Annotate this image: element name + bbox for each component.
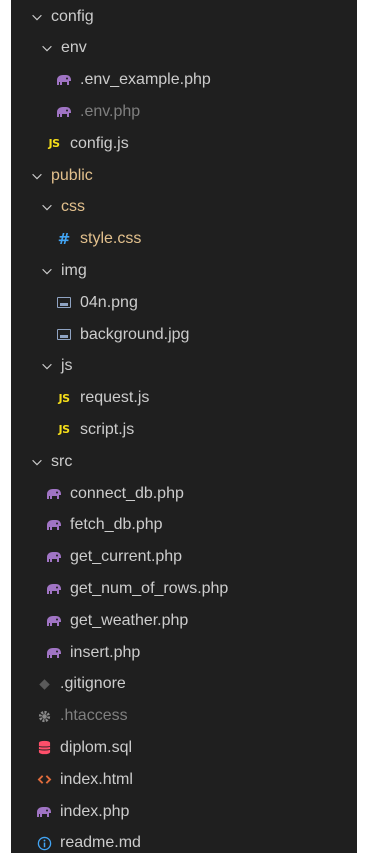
php-elephant-icon xyxy=(35,803,53,821)
tree-file-readme-md[interactable]: readme.md xyxy=(11,828,357,853)
js-icon: JS xyxy=(48,137,60,151)
tree-file-script-js[interactable]: JS script.js xyxy=(11,414,357,445)
tree-item-label: request.js xyxy=(80,389,150,407)
tree-file-config-js[interactable]: JS config.js xyxy=(11,128,357,159)
tree-item-label: config.js xyxy=(70,134,129,152)
tree-folder-env[interactable]: env xyxy=(11,33,357,64)
tree-item-label: fetch_db.php xyxy=(70,516,163,534)
chevron-down-icon[interactable] xyxy=(29,168,45,184)
tree-file-gitignore[interactable]: .gitignore xyxy=(11,669,357,700)
tree-item-label: script.js xyxy=(80,420,135,438)
tree-file-diplom-sql[interactable]: diplom.sql xyxy=(11,732,357,763)
php-elephant-icon xyxy=(45,516,63,534)
php-elephant-icon xyxy=(45,548,63,566)
php-elephant-icon xyxy=(45,644,63,662)
tree-item-label: background.jpg xyxy=(80,325,190,343)
info-icon xyxy=(35,834,53,852)
tree-item-label: connect_db.php xyxy=(70,484,184,502)
git-diamond-icon xyxy=(35,675,53,693)
image-icon xyxy=(55,326,73,344)
tree-folder-config[interactable]: config xyxy=(11,1,357,32)
tree-file-style-css[interactable]: # style.css xyxy=(11,224,357,255)
tree-item-label: get_num_of_rows.php xyxy=(70,579,229,597)
chevron-down-icon[interactable] xyxy=(39,263,55,279)
tree-item-label: config xyxy=(51,7,94,25)
php-elephant-icon xyxy=(45,485,63,503)
tree-item-label: js xyxy=(61,357,73,375)
tree-folder-js[interactable]: js xyxy=(11,351,357,382)
chevron-down-icon[interactable] xyxy=(39,40,55,56)
tree-item-label: src xyxy=(51,452,73,470)
chevron-down-icon[interactable] xyxy=(39,358,55,374)
tree-item-label: index.html xyxy=(60,770,133,788)
chevron-down-icon[interactable] xyxy=(29,454,45,470)
tree-folder-css[interactable]: css xyxy=(11,192,357,223)
tree-file-get-num-of-rows-php[interactable]: get_num_of_rows.php xyxy=(11,573,357,604)
tree-folder-img[interactable]: img xyxy=(11,255,357,286)
chevron-down-icon[interactable] xyxy=(29,9,45,25)
tree-item-label: img xyxy=(61,261,87,279)
database-icon xyxy=(35,739,53,757)
tree-item-label: env xyxy=(61,39,87,57)
tree-file-get-weather-php[interactable]: get_weather.php xyxy=(11,605,357,636)
tree-item-label: diplom.sql xyxy=(60,738,133,756)
tree-file-connect-db-php[interactable]: connect_db.php xyxy=(11,478,357,509)
tree-file-htaccess[interactable]: .htaccess xyxy=(11,701,357,732)
tree-item-label: readme.md xyxy=(60,834,141,852)
js-icon: JS xyxy=(58,423,70,437)
tree-item-label: public xyxy=(51,166,93,184)
html-brackets-icon xyxy=(35,771,53,789)
tree-item-label: get_current.php xyxy=(70,548,183,566)
chevron-down-icon[interactable] xyxy=(39,199,55,215)
image-icon xyxy=(55,294,73,312)
tree-file-background-jpg[interactable]: background.jpg xyxy=(11,319,357,350)
js-icon: JS xyxy=(58,391,70,405)
gear-icon xyxy=(35,707,53,725)
php-elephant-icon xyxy=(55,103,73,121)
tree-file-fetch-db-php[interactable]: fetch_db.php xyxy=(11,510,357,541)
tree-item-label: .env_example.php xyxy=(80,71,211,89)
tree-folder-src[interactable]: src xyxy=(11,446,357,477)
tree-file-index-html[interactable]: index.html xyxy=(11,764,357,795)
tree-item-label: index.php xyxy=(60,802,130,820)
tree-file-get-current-php[interactable]: get_current.php xyxy=(11,542,357,573)
php-elephant-icon xyxy=(55,71,73,89)
tree-file-index-php[interactable]: index.php xyxy=(11,796,357,827)
tree-file-request-js[interactable]: JS request.js xyxy=(11,383,357,414)
tree-file-env-php[interactable]: .env.php xyxy=(11,96,357,127)
tree-file-insert-php[interactable]: insert.php xyxy=(11,637,357,668)
tree-item-label: get_weather.php xyxy=(70,611,189,629)
file-explorer-tree: config env .env_example.php .env.php JS confi… xyxy=(11,0,357,853)
tree-item-label: insert.php xyxy=(70,643,141,661)
tree-item-label: 04n.png xyxy=(80,293,138,311)
tree-item-label: style.css xyxy=(80,230,142,248)
php-elephant-icon xyxy=(45,580,63,598)
tree-folder-public[interactable]: public xyxy=(11,160,357,191)
css-hash-icon: # xyxy=(57,230,71,249)
tree-item-label: .gitignore xyxy=(60,675,126,693)
tree-item-label: .env.php xyxy=(80,102,141,120)
php-elephant-icon xyxy=(45,612,63,630)
tree-item-label: .htaccess xyxy=(60,707,128,725)
tree-file-env-example-php[interactable]: .env_example.php xyxy=(11,65,357,96)
tree-file-04n-png[interactable]: 04n.png xyxy=(11,287,357,318)
tree-item-label: css xyxy=(61,198,85,216)
